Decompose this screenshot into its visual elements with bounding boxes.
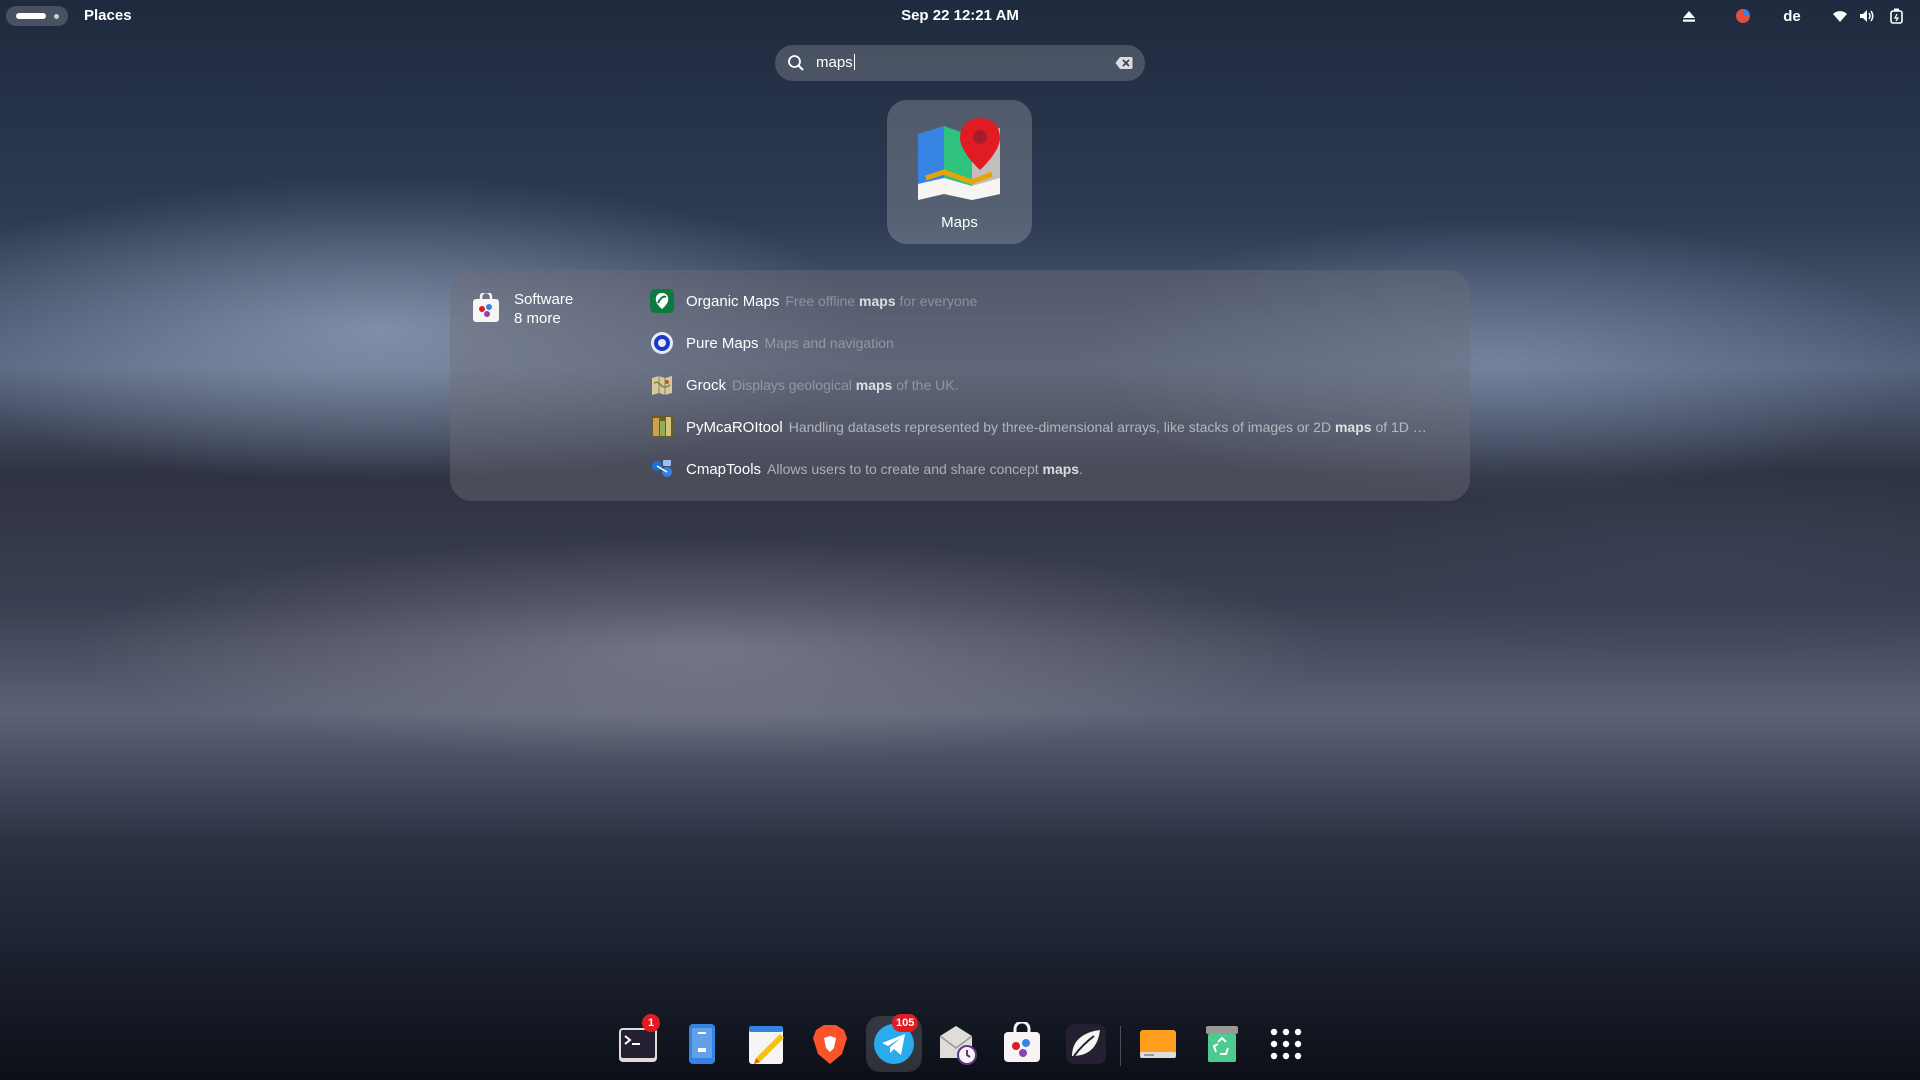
show-apps-button[interactable] — [1258, 1016, 1314, 1072]
result-name: CmapTools — [686, 460, 762, 478]
volume-icon[interactable] — [1856, 6, 1878, 26]
clear-search-icon[interactable] — [1115, 56, 1133, 70]
result-description: Free offline maps for everyone — [785, 293, 978, 309]
dock-item-software[interactable] — [994, 1016, 1050, 1072]
cmaptools-icon — [652, 460, 672, 477]
software-search-provider: Software 8 more Organic Maps Free offlin… — [450, 270, 1470, 501]
top-bar: Places Sep 22 12:21 AM de — [0, 0, 1920, 32]
result-description: Displays geological maps of the UK. — [732, 377, 959, 393]
search-input[interactable]: maps — [816, 54, 855, 71]
search-entry[interactable]: maps — [775, 45, 1145, 81]
text-editor-icon — [749, 1026, 784, 1064]
dock-item-trash[interactable] — [1194, 1016, 1250, 1072]
dock-item-text-editor[interactable] — [738, 1016, 794, 1072]
result-description: Maps and navigation — [764, 335, 894, 351]
brave-browser-icon — [813, 1025, 847, 1064]
power-menu-icon[interactable] — [1886, 6, 1908, 26]
pymcaroitool-icon — [651, 416, 673, 438]
provider-name[interactable]: Software — [514, 291, 573, 308]
grock-icon — [652, 376, 672, 395]
software-store-icon[interactable] — [472, 293, 500, 323]
keyboard-layout-indicator[interactable]: de — [1780, 6, 1804, 26]
result-pure-maps[interactable]: Pure Maps Maps and navigation — [650, 331, 1450, 355]
wifi-icon[interactable] — [1829, 6, 1851, 26]
app-result-maps[interactable]: Maps — [887, 100, 1032, 244]
software-store-icon — [1004, 1022, 1040, 1062]
phone-mirror-icon — [689, 1024, 715, 1064]
dock-item-mail-scheduler[interactable] — [930, 1016, 986, 1072]
result-name: Grock — [686, 376, 727, 394]
result-name: Pure Maps — [686, 334, 759, 352]
eject-icon[interactable] — [1678, 6, 1700, 26]
provider-more-count[interactable]: 8 more — [514, 310, 561, 327]
pure-maps-icon — [651, 332, 673, 354]
dock-item-phone-mirror[interactable] — [674, 1016, 730, 1072]
app-grid-icon — [1270, 1028, 1302, 1060]
notification-badge: 1 — [642, 1014, 660, 1032]
result-name: Organic Maps — [686, 292, 780, 310]
dock-item-terminal[interactable]: 1 — [610, 1014, 666, 1072]
dock-item-telegram[interactable]: 105 — [866, 1014, 922, 1072]
drive-icon — [1140, 1030, 1176, 1058]
result-name: PyMcaROItool — [686, 418, 783, 436]
maps-app-icon — [918, 118, 1000, 200]
mail-scheduler-icon — [939, 1026, 977, 1065]
result-cmaptools[interactable]: CmapTools Allows users to to create and … — [650, 457, 1450, 481]
trash-icon — [1206, 1026, 1238, 1062]
dash-dock: 1 105 — [604, 1012, 1302, 1076]
result-description: Allows users to to create and share conc… — [767, 461, 1083, 477]
clock[interactable]: Sep 22 12:21 AM — [0, 7, 1920, 24]
dock-item-drive[interactable] — [1130, 1016, 1186, 1072]
notification-badge: 105 — [892, 1014, 919, 1032]
organic-maps-icon — [650, 289, 674, 313]
app-indicator-icon[interactable] — [1732, 6, 1754, 26]
search-icon — [788, 55, 804, 71]
result-grock[interactable]: Grock Displays geological maps of the UK… — [650, 373, 1450, 397]
app-result-label: Maps — [941, 214, 978, 231]
result-pymcaroitool[interactable]: PyMcaROItool Handling datasets represent… — [650, 415, 1450, 439]
dock-item-brave[interactable] — [802, 1016, 858, 1072]
result-description: Handling datasets represented by three-d… — [788, 419, 1427, 435]
dock-item-leaf-app[interactable] — [1058, 1016, 1114, 1072]
result-organic-maps[interactable]: Organic Maps Free offline maps for every… — [650, 289, 1450, 313]
dock-separator — [1120, 1026, 1121, 1066]
leaf-app-icon — [1066, 1024, 1106, 1064]
